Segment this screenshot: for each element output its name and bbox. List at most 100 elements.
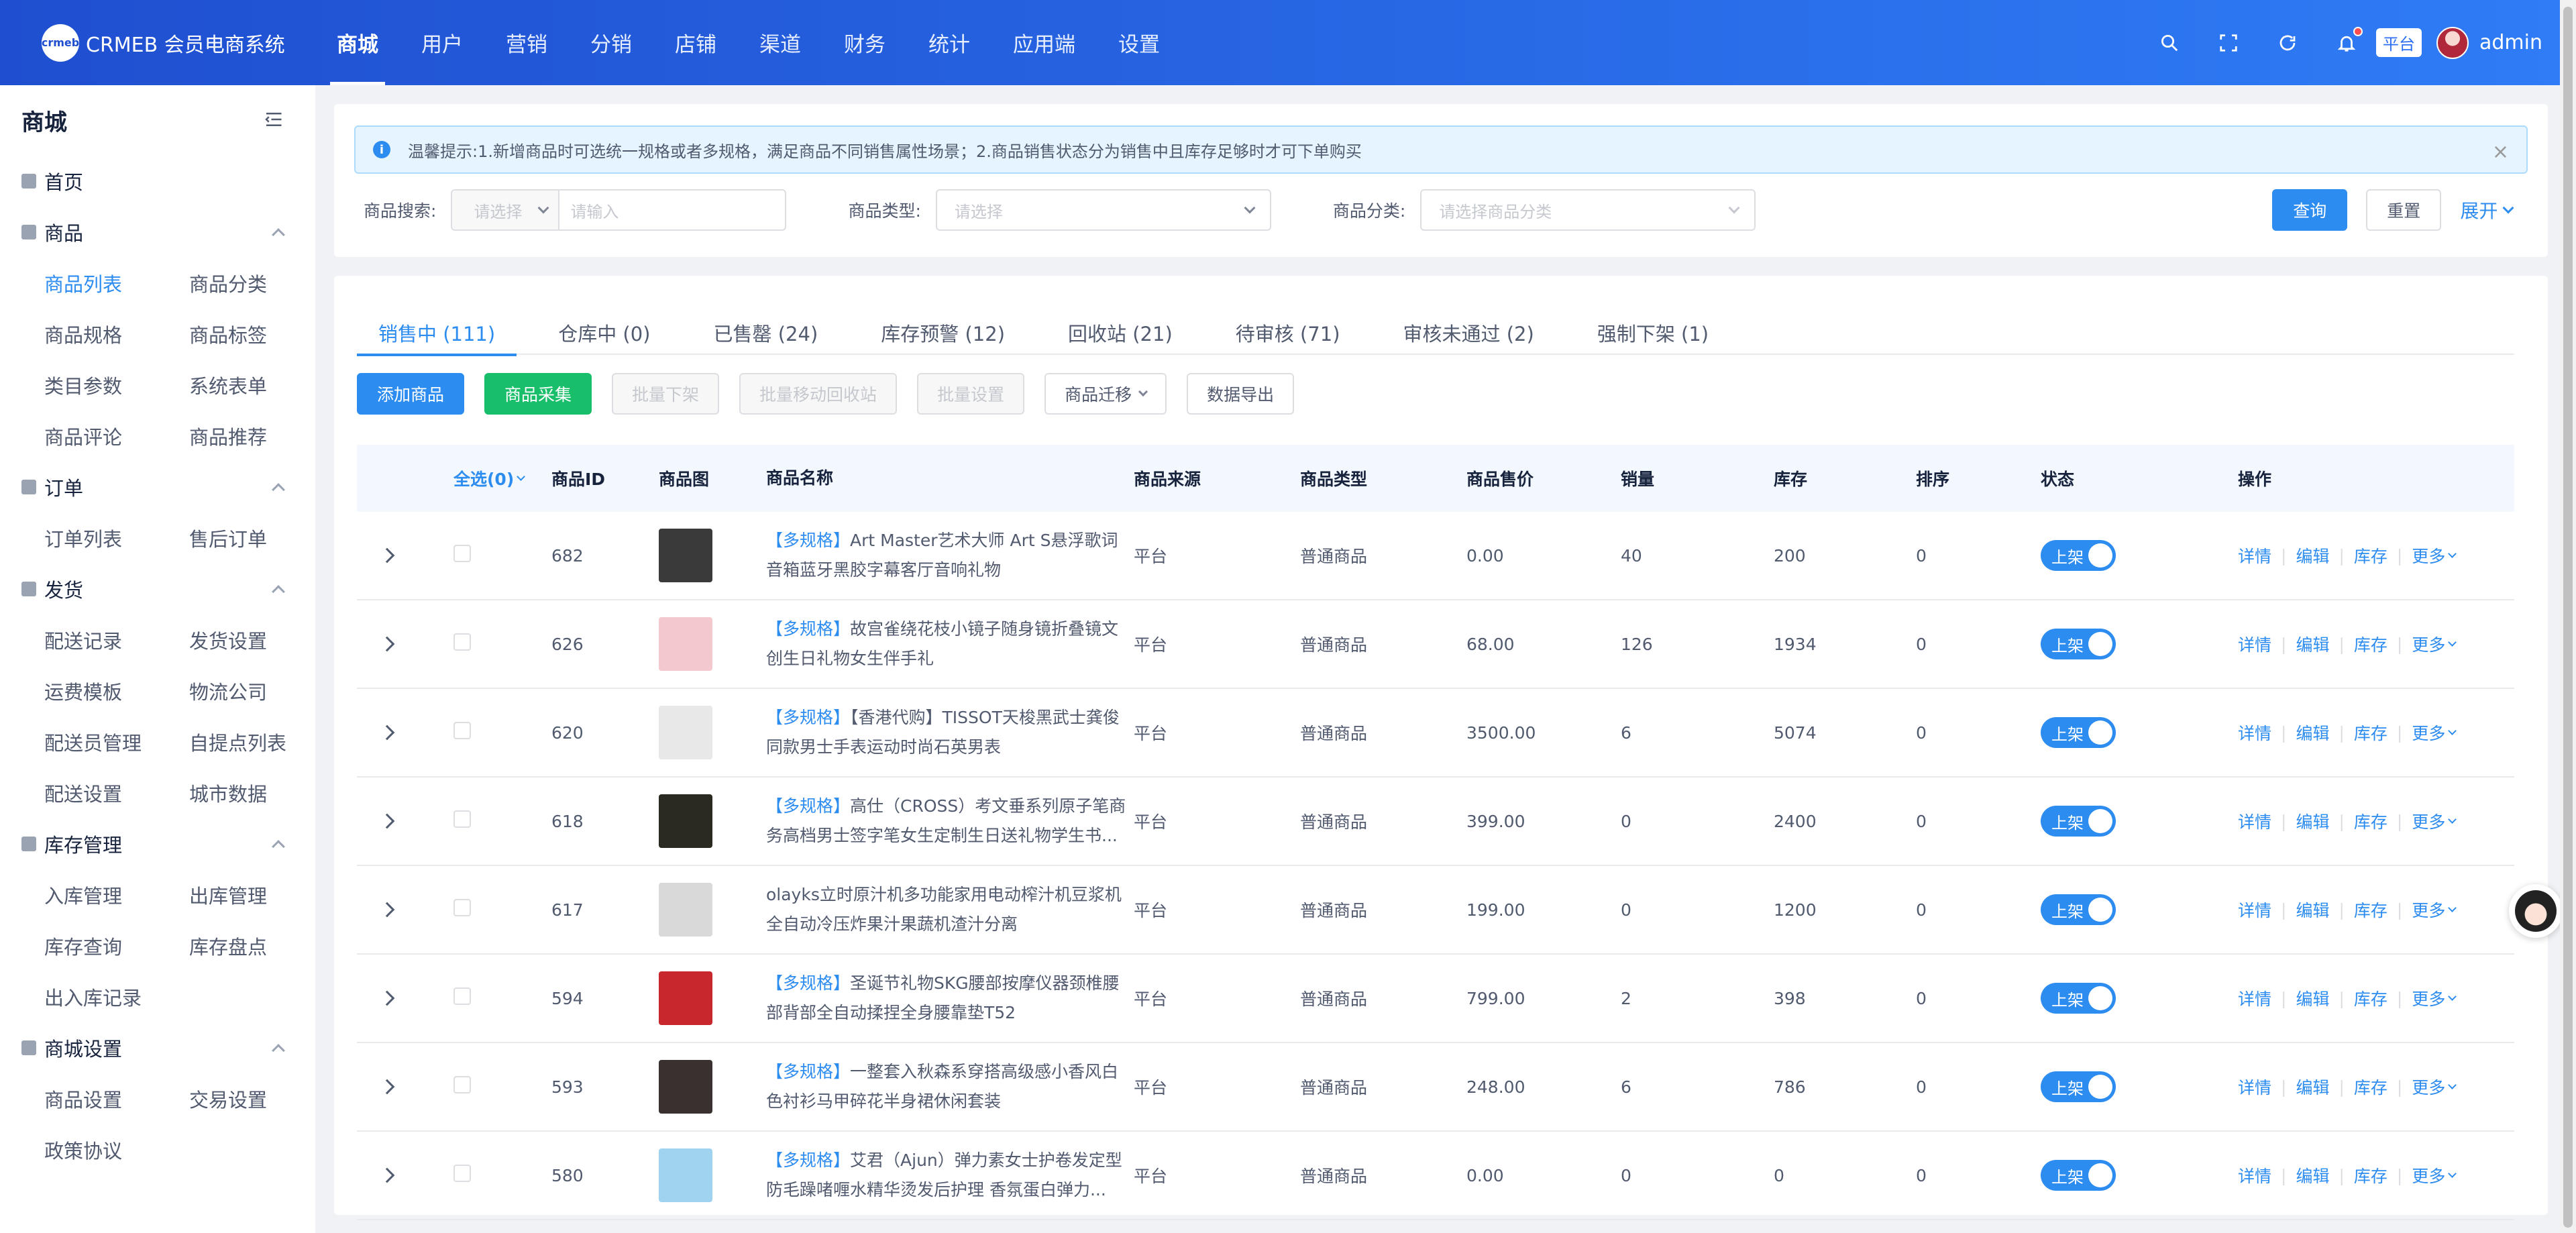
sidebar-item[interactable]: 自提点列表 [189,716,334,767]
sidebar-item[interactable]: 出入库记录 [44,971,189,1022]
nav-item-5[interactable]: 渠道 [738,0,822,85]
status-toggle[interactable]: 上架 [2041,806,2116,837]
expand-row-button[interactable] [357,902,417,918]
detail-link[interactable]: 详情 [2238,809,2271,833]
status-toggle[interactable]: 上架 [2041,540,2116,571]
more-dropdown[interactable]: 更多 [2412,986,2457,1010]
nav-item-2[interactable]: 营销 [484,0,569,85]
sidebar-item[interactable]: 配送记录 [44,614,189,665]
nav-item-6[interactable]: 财务 [822,0,907,85]
page-scrollbar[interactable] [2560,0,2576,1233]
product-thumbnail[interactable] [659,883,712,936]
expand-row-button[interactable] [357,1167,417,1183]
sidebar-item[interactable]: 系统表单 [189,360,334,411]
sidebar-item[interactable]: 商品标签 [189,309,334,360]
stock-link[interactable]: 库存 [2354,543,2387,568]
nav-item-8[interactable]: 应用端 [991,0,1097,85]
expand-row-button[interactable] [357,1079,417,1095]
more-dropdown[interactable]: 更多 [2412,809,2457,833]
sidebar-group-3[interactable]: 库存管理 [0,818,315,869]
search-input[interactable]: 请输入 [559,191,785,229]
sidebar-item[interactable]: 库存盘点 [189,920,334,971]
status-toggle[interactable]: 上架 [2041,983,2116,1014]
detail-link[interactable]: 详情 [2238,1075,2271,1099]
product-thumbnail[interactable] [659,617,712,671]
product-thumbnail[interactable] [659,794,712,848]
expand-row-button[interactable] [357,725,417,741]
sidebar-item[interactable]: 售后订单 [189,513,334,564]
detail-link[interactable]: 详情 [2238,986,2271,1010]
stock-link[interactable]: 库存 [2354,720,2387,745]
more-dropdown[interactable]: 更多 [2412,543,2457,568]
nav-item-3[interactable]: 分销 [569,0,653,85]
product-thumbnail[interactable] [659,706,712,759]
status-toggle[interactable]: 上架 [2041,717,2116,748]
detail-link[interactable]: 详情 [2238,543,2271,568]
nav-item-9[interactable]: 设置 [1097,0,1181,85]
query-button[interactable]: 查询 [2272,189,2348,231]
sidebar-item[interactable]: 配送设置 [44,767,189,818]
sidebar-item[interactable]: 政策协议 [44,1124,189,1175]
sidebar-item[interactable]: 运费模板 [44,665,189,716]
search-field-select[interactable]: 请选择 [452,191,560,229]
edit-link[interactable]: 编辑 [2296,543,2329,568]
more-dropdown[interactable]: 更多 [2412,720,2457,745]
sidebar-item[interactable]: 类目参数 [44,360,189,411]
tenant-badge[interactable]: 平台 [2376,28,2422,57]
sidebar-item[interactable]: 订单列表 [44,513,189,564]
migrate-product-button[interactable]: 商品迁移 [1044,373,1167,415]
type-select[interactable]: 请选择 [935,189,1271,231]
more-dropdown[interactable]: 更多 [2412,898,2457,922]
collect-product-button[interactable]: 商品采集 [484,373,592,415]
add-product-button[interactable]: 添加商品 [357,373,465,415]
row-checkbox[interactable] [453,899,471,916]
nav-item-7[interactable]: 统计 [907,0,991,85]
nav-item-0[interactable]: 商城 [315,0,400,85]
refresh-icon[interactable] [2275,31,2300,55]
edit-link[interactable]: 编辑 [2296,1075,2329,1099]
row-checkbox[interactable] [453,545,471,562]
category-select[interactable]: 请选择商品分类 [1420,189,1756,231]
detail-link[interactable]: 详情 [2238,632,2271,656]
sidebar-item[interactable]: 交易设置 [189,1073,334,1124]
search-icon[interactable] [2157,31,2182,55]
sidebar-item[interactable]: 城市数据 [189,767,334,818]
status-toggle[interactable]: 上架 [2041,1160,2116,1191]
expand-row-button[interactable] [357,636,417,652]
tab-1[interactable]: 仓库中 (0) [537,309,672,355]
edit-link[interactable]: 编辑 [2296,1163,2329,1187]
detail-link[interactable]: 详情 [2238,898,2271,922]
sidebar-item[interactable]: 商品评论 [44,411,189,462]
product-thumbnail[interactable] [659,529,712,582]
sidebar-item[interactable]: 库存查询 [44,920,189,971]
row-checkbox[interactable] [453,633,471,651]
more-dropdown[interactable]: 更多 [2412,1075,2457,1099]
stock-link[interactable]: 库存 [2354,809,2387,833]
sidebar-item[interactable]: 商品规格 [44,309,189,360]
row-checkbox[interactable] [453,810,471,828]
bell-icon[interactable] [2334,26,2363,55]
status-toggle[interactable]: 上架 [2041,894,2116,925]
sidebar-item[interactable]: 物流公司 [189,665,334,716]
sidebar-item[interactable]: 商品推荐 [189,411,334,462]
row-checkbox[interactable] [453,1165,471,1182]
scrollbar-thumb[interactable] [2563,7,2573,1228]
sidebar-item[interactable]: 入库管理 [44,869,189,920]
tab-6[interactable]: 审核未通过 (2) [1382,309,1556,355]
expand-row-button[interactable] [357,547,417,564]
tab-0[interactable]: 销售中 (111) [357,309,517,356]
nav-item-1[interactable]: 用户 [400,0,484,85]
product-thumbnail[interactable] [659,1060,712,1114]
detail-link[interactable]: 详情 [2238,1163,2271,1187]
sidebar-item-home[interactable]: 首页 [0,156,315,207]
sidebar-item[interactable]: 出库管理 [189,869,334,920]
sidebar-item[interactable]: 商品列表 [44,258,189,309]
sidebar-item[interactable]: 发货设置 [189,614,334,665]
stock-link[interactable]: 库存 [2354,898,2387,922]
tab-5[interactable]: 待审核 (71) [1214,309,1362,355]
batch-off-shelf-button[interactable]: 批量下架 [612,373,720,415]
sidebar-group-2[interactable]: 发货 [0,564,315,614]
edit-link[interactable]: 编辑 [2296,986,2329,1010]
export-data-button[interactable]: 数据导出 [1187,373,1295,415]
batch-setting-button[interactable]: 批量设置 [917,373,1025,415]
